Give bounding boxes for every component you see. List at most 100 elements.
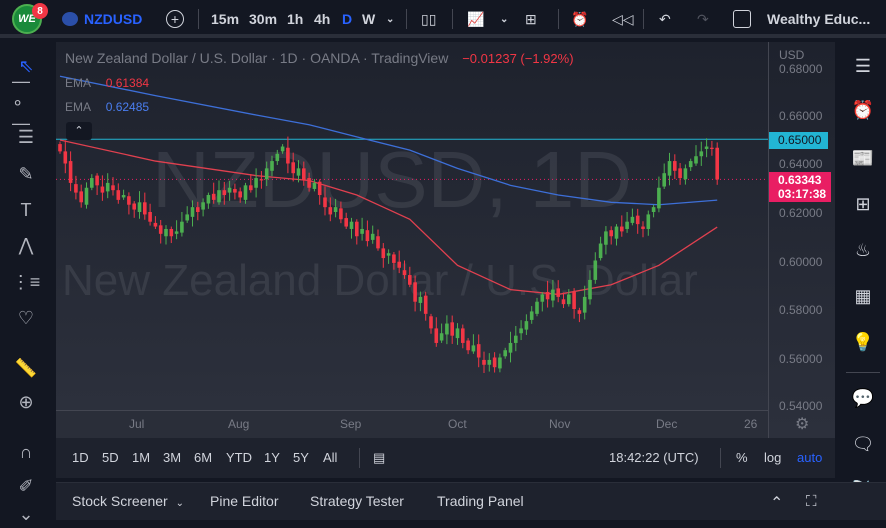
- tab-stock-screener[interactable]: Stock Screener ⌄: [72, 493, 184, 509]
- settings-gear-icon[interactable]: ⚙: [795, 414, 809, 434]
- interval-15m[interactable]: 15m: [211, 0, 239, 38]
- symbol-search[interactable]: NZDUSD: [62, 0, 142, 38]
- candle-down: [116, 190, 121, 200]
- alerts-clock-icon[interactable]: ⏰: [849, 96, 877, 124]
- user-avatar[interactable]: WE 8: [10, 0, 48, 38]
- percent-scale-toggle[interactable]: %: [736, 450, 748, 465]
- magnet-icon[interactable]: ∩: [12, 438, 40, 466]
- price-label: 0.66000: [779, 109, 823, 123]
- ema-fast-label: EMA: [65, 76, 91, 90]
- brush-icon[interactable]: ✎: [12, 160, 40, 188]
- interval-4h[interactable]: 4h: [314, 0, 330, 38]
- alert-icon[interactable]: ⏰: [571, 0, 588, 38]
- candles-chart-type-icon[interactable]: ▯▯: [421, 0, 436, 38]
- candle-down: [376, 236, 380, 249]
- candle-down: [381, 248, 386, 259]
- expand-panel-chevron-icon[interactable]: ⌃: [770, 493, 783, 513]
- price-axis[interactable]: USD 0.68000 0.66000 0.64000 0.62000 0.60…: [768, 42, 835, 438]
- price-label: 0.58000: [779, 303, 823, 317]
- range-1d[interactable]: 1D: [72, 450, 89, 465]
- clock-time[interactable]: 18:42:22 (UTC): [609, 450, 699, 465]
- calendar-icon[interactable]: ▦: [849, 282, 877, 310]
- ema-fast-legend[interactable]: EMA 0.61384: [65, 76, 149, 90]
- watchlist-icon[interactable]: ☰: [849, 52, 877, 80]
- collapse-legend-button[interactable]: ⌃: [66, 122, 92, 140]
- lock-drawings-icon[interactable]: ✐: [12, 472, 40, 500]
- auto-scale-toggle[interactable]: auto: [797, 450, 822, 465]
- layout-name[interactable]: Wealthy Educ...: [767, 0, 870, 38]
- indicators-chevron-icon[interactable]: ⌄: [500, 0, 508, 38]
- pattern-icon[interactable]: ⋀: [12, 231, 40, 259]
- candle-down: [58, 144, 62, 152]
- candle-down: [572, 292, 576, 309]
- indicators-icon[interactable]: 📈: [467, 0, 484, 38]
- intervals-chevron-icon[interactable]: ⌄: [386, 0, 394, 38]
- fullscreen-square-icon[interactable]: [733, 0, 751, 38]
- candle-up: [174, 231, 179, 234]
- range-5y[interactable]: 5Y: [293, 450, 309, 465]
- candle-down: [408, 275, 412, 285]
- candle-down: [74, 184, 78, 193]
- time-label: Oct: [448, 417, 467, 431]
- range-3m[interactable]: 3M: [163, 450, 181, 465]
- chart-pane[interactable]: NZDUSD, 1D New Zealand Dollar / U.S. Dol…: [56, 42, 768, 410]
- layout-grid-icon[interactable]: ⊞: [525, 0, 537, 38]
- candle-down: [63, 151, 68, 164]
- candle-up: [164, 228, 168, 237]
- interval-30m[interactable]: 30m: [249, 0, 277, 38]
- tab-trading-panel[interactable]: Trading Panel: [437, 493, 524, 509]
- log-scale-toggle[interactable]: log: [764, 450, 781, 465]
- candle-down: [678, 168, 682, 179]
- range-1y[interactable]: 1Y: [264, 450, 280, 465]
- interval-d[interactable]: D: [342, 0, 352, 38]
- trend-line-icon[interactable]: —∘—: [12, 71, 40, 133]
- range-ytd[interactable]: YTD: [226, 450, 252, 465]
- favorites-heart-icon[interactable]: ♡: [12, 304, 40, 332]
- redo-icon: ↷: [697, 10, 709, 27]
- messages-icon[interactable]: 🗨: [849, 430, 877, 458]
- undo-icon[interactable]: ↶: [659, 0, 671, 38]
- interval-1h[interactable]: 1h: [287, 0, 303, 38]
- candle-up: [529, 311, 534, 320]
- candle-up: [349, 221, 354, 229]
- candle-up: [551, 289, 555, 301]
- candle-up: [312, 182, 317, 189]
- candle-down: [413, 282, 417, 302]
- collapse-chevron-icon[interactable]: ⌄: [12, 500, 40, 528]
- replay-icon[interactable]: ◁◁: [612, 0, 634, 38]
- ruler-icon[interactable]: 📏: [12, 354, 40, 382]
- right-sidebar: ☰ ⏰ 📰 ⊞ ♨ ▦ 💡 💬 🗨 📡: [840, 42, 886, 500]
- chats-icon[interactable]: 💬: [849, 384, 877, 412]
- prediction-icon[interactable]: ⋮≡: [12, 268, 41, 296]
- ideas-bulb-icon[interactable]: 💡: [849, 328, 877, 356]
- candle-down: [466, 340, 470, 351]
- news-icon[interactable]: 📰: [849, 144, 877, 172]
- price-label: 0.62000: [779, 206, 823, 220]
- range-6m[interactable]: 6M: [194, 450, 212, 465]
- ema-slow-legend[interactable]: EMA 0.62485: [65, 100, 149, 114]
- time-axis[interactable]: Jul Aug Sep Oct Nov Dec 26: [56, 410, 768, 438]
- candle-up: [651, 207, 656, 212]
- tab-strategy-tester[interactable]: Strategy Tester: [310, 493, 404, 509]
- currency-select[interactable]: USD: [779, 48, 804, 62]
- candle-down: [392, 254, 396, 263]
- range-1m[interactable]: 1M: [132, 450, 150, 465]
- candle-up: [180, 221, 184, 233]
- fib-icon[interactable]: ☰: [12, 123, 40, 151]
- candle-down: [302, 168, 306, 181]
- interval-w[interactable]: W: [362, 0, 375, 38]
- compare-add-icon[interactable]: +: [164, 0, 186, 38]
- text-icon[interactable]: T: [12, 196, 40, 224]
- add-list-icon[interactable]: ⊞: [849, 190, 877, 218]
- range-all[interactable]: All: [323, 450, 337, 465]
- candle-down: [249, 185, 253, 191]
- goto-date-icon[interactable]: ▤: [373, 450, 385, 466]
- candle-down: [323, 197, 327, 208]
- tab-pine-editor[interactable]: Pine Editor: [210, 493, 278, 509]
- hotlists-flame-icon[interactable]: ♨: [849, 236, 877, 264]
- legend-title: New Zealand Dollar / U.S. Dollar · 1D · …: [65, 50, 449, 66]
- zoom-icon[interactable]: ⊕: [12, 388, 40, 416]
- range-5d[interactable]: 5D: [102, 450, 119, 465]
- maximize-icon[interactable]: ⛶: [806, 493, 817, 510]
- candle-up: [667, 161, 672, 176]
